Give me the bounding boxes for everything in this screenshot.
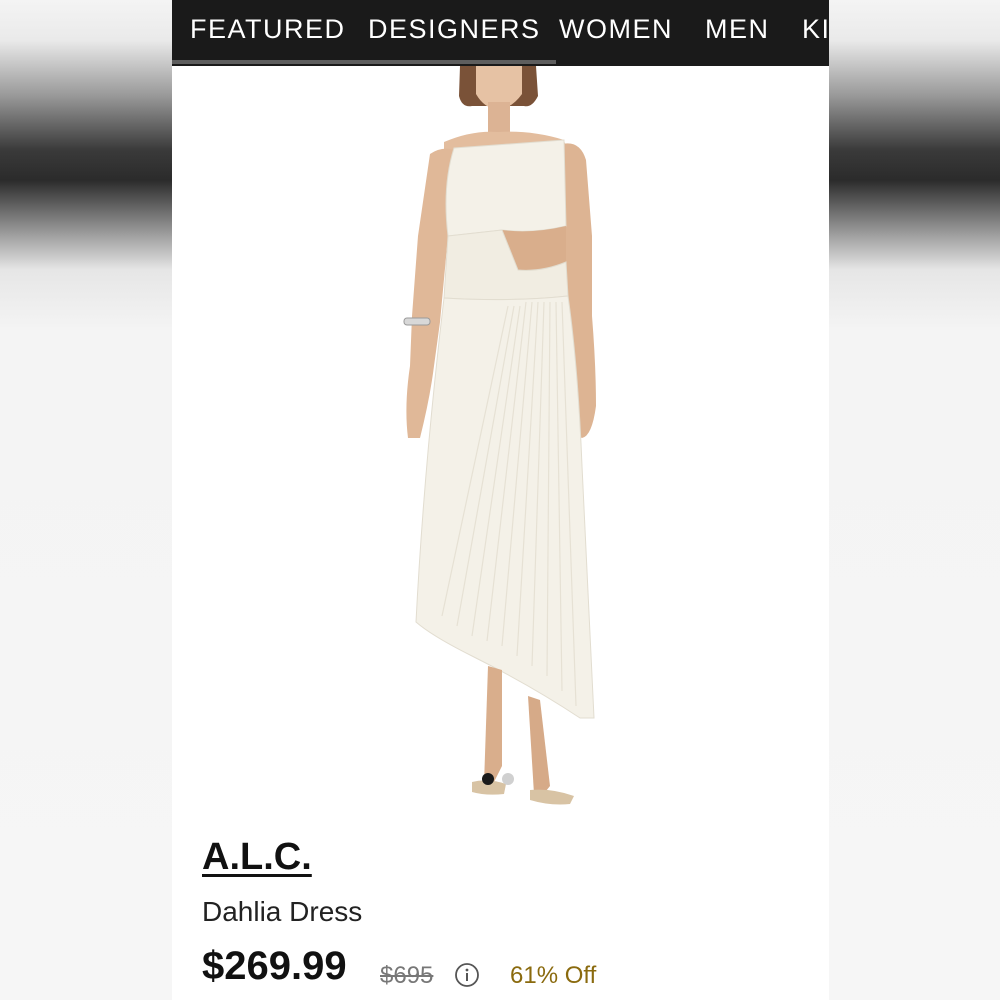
nav-item-men[interactable]: MEN	[705, 14, 770, 45]
brand-link[interactable]: A.L.C.	[202, 836, 312, 879]
discount-badge: 61% Off	[510, 962, 597, 989]
nav-scrollbar[interactable]	[172, 60, 556, 64]
nav-item-designers[interactable]: DESIGNERS	[368, 14, 541, 45]
info-icon[interactable]	[454, 962, 480, 988]
carousel-dot-1[interactable]	[482, 773, 494, 785]
product-page: FEATURED DESIGNERS WOMEN MEN KI A.L.C. D…	[172, 0, 829, 1000]
product-image[interactable]	[172, 66, 829, 826]
product-title: Dahlia Dress	[202, 896, 363, 927]
original-price: $695	[380, 962, 434, 989]
carousel-indicator	[482, 773, 522, 787]
nav-item-women[interactable]: WOMEN	[559, 14, 673, 45]
nav-item-kids[interactable]: KI	[802, 14, 829, 45]
nav-item-featured[interactable]: FEATURED	[190, 14, 346, 45]
sale-price: $269.99	[202, 944, 347, 988]
carousel-dot-2[interactable]	[502, 773, 514, 785]
top-navigation: FEATURED DESIGNERS WOMEN MEN KI	[172, 0, 829, 66]
dress-illustration	[403, 66, 596, 805]
